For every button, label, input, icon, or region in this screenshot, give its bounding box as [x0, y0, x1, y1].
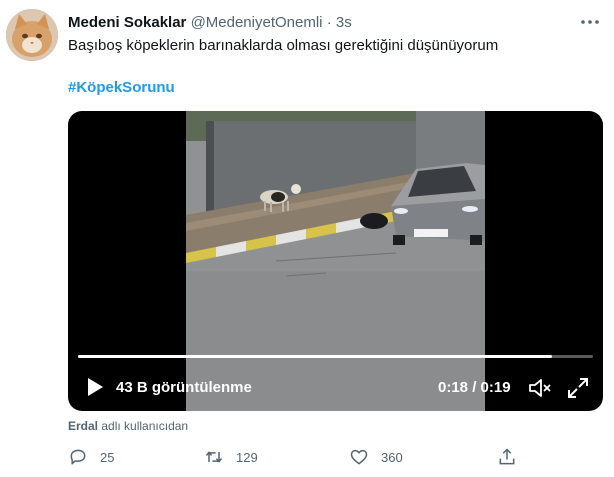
play-icon[interactable] [86, 377, 104, 397]
more-dots-icon[interactable] [577, 12, 603, 32]
tweet-time[interactable]: 3s [336, 14, 352, 31]
fullscreen-icon[interactable] [567, 377, 589, 399]
media-attribution: Erdal adlı kullanıcıdan [68, 418, 188, 434]
attribution-user[interactable]: Erdal [68, 419, 98, 433]
video-player[interactable]: 43 B görüntülenme 0:18 / 0:19 [68, 111, 603, 411]
heart-icon [349, 447, 369, 467]
avatar[interactable] [6, 9, 58, 61]
video-frame [186, 111, 485, 411]
retweet-button[interactable]: 129 [204, 445, 258, 469]
separator-dot: · [326, 14, 332, 31]
reply-button[interactable]: 25 [68, 445, 114, 469]
tweet-text: Başıboş köpeklerin barınaklarda olması g… [68, 37, 499, 54]
video-progress-fill [78, 355, 552, 358]
retweet-icon [204, 447, 224, 467]
like-count: 360 [381, 449, 403, 465]
retweet-count: 129 [236, 449, 258, 465]
volume-icon[interactable] [528, 377, 552, 399]
video-progress-bar[interactable] [78, 355, 593, 358]
hashtag-link[interactable]: #KöpekSorunu [68, 78, 175, 98]
video-time: 0:18 / 0:19 [438, 379, 511, 396]
tweet-actions: 25 129 360 [68, 445, 528, 469]
like-button[interactable]: 360 [349, 445, 403, 469]
share-button[interactable] [497, 445, 517, 469]
reply-icon [68, 447, 88, 467]
tweet-header: Medeni Sokaklar @MedeniyetOnemli · 3s [68, 13, 352, 33]
author-handle[interactable]: @MedeniyetOnemli [191, 14, 323, 31]
reply-count: 25 [100, 449, 115, 465]
share-icon [497, 447, 517, 467]
view-count: 43 B görüntülenme [116, 379, 252, 396]
author-name[interactable]: Medeni Sokaklar [68, 14, 186, 31]
cat-avatar-image [6, 9, 58, 61]
attribution-suffix: adlı kullanıcıdan [101, 419, 189, 433]
